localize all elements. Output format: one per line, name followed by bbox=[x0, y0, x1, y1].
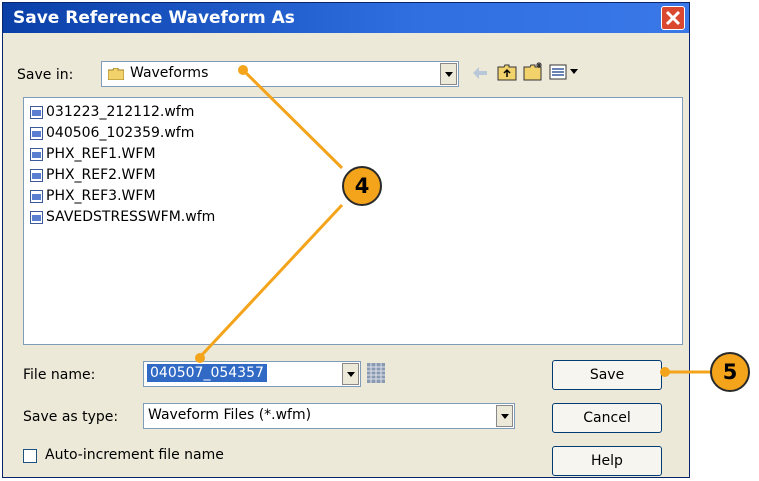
callout-5: 5 bbox=[710, 352, 750, 392]
callout-4: 4 bbox=[342, 166, 382, 206]
callout-4-pointer-top bbox=[238, 65, 248, 75]
callout-4-pointer-bottom bbox=[195, 353, 205, 363]
callout-5-pointer bbox=[660, 367, 670, 377]
callout-leader-lines bbox=[198, 68, 712, 374]
